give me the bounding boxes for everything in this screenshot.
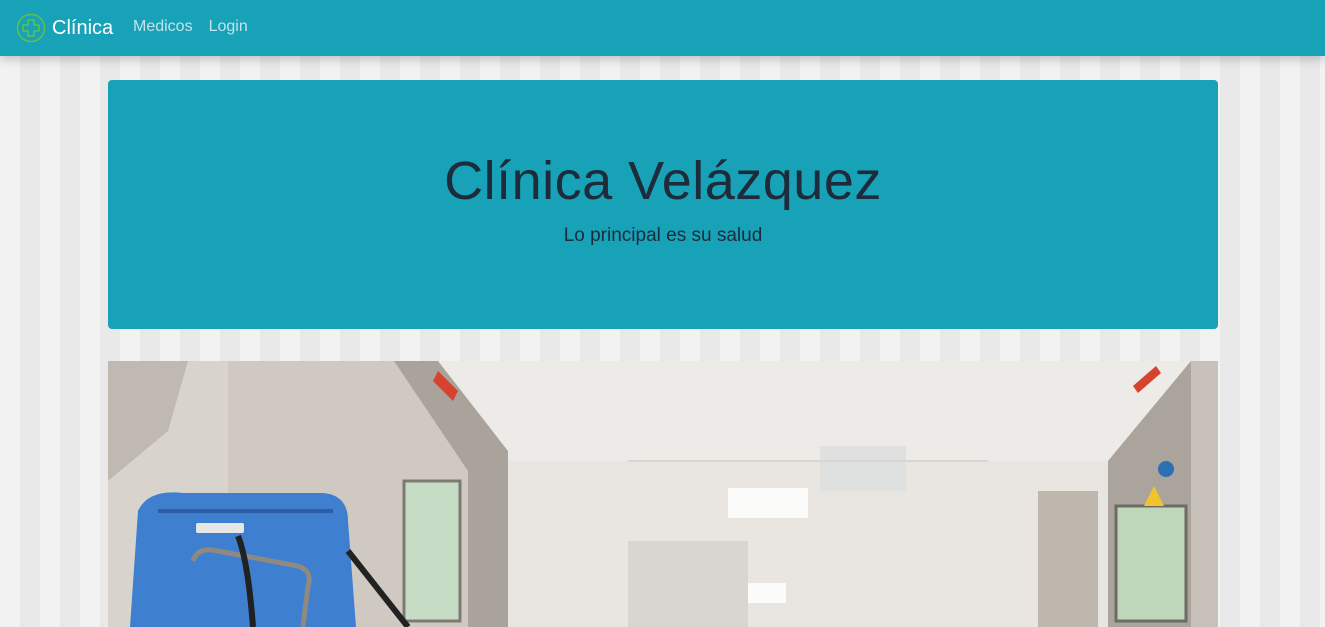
navbar: Clínica Medicos Login: [0, 0, 1325, 56]
brand-name: Clínica: [52, 16, 114, 39]
nav-link-medicos[interactable]: Medicos: [133, 18, 193, 36]
hero-subtitle: Lo principal es su salud: [563, 225, 763, 246]
hero-jumbotron: Clínica Velázquez Lo principal es su sal…: [108, 80, 1218, 329]
brand-link[interactable]: Clínica: [16, 12, 113, 44]
nav-link-login[interactable]: Login: [209, 18, 248, 36]
medical-cross-icon: [16, 13, 46, 43]
hospital-corridor-image: [108, 361, 1218, 627]
nav-links: Medicos Login: [133, 18, 264, 36]
hero-title: Clínica Velázquez: [444, 151, 882, 211]
